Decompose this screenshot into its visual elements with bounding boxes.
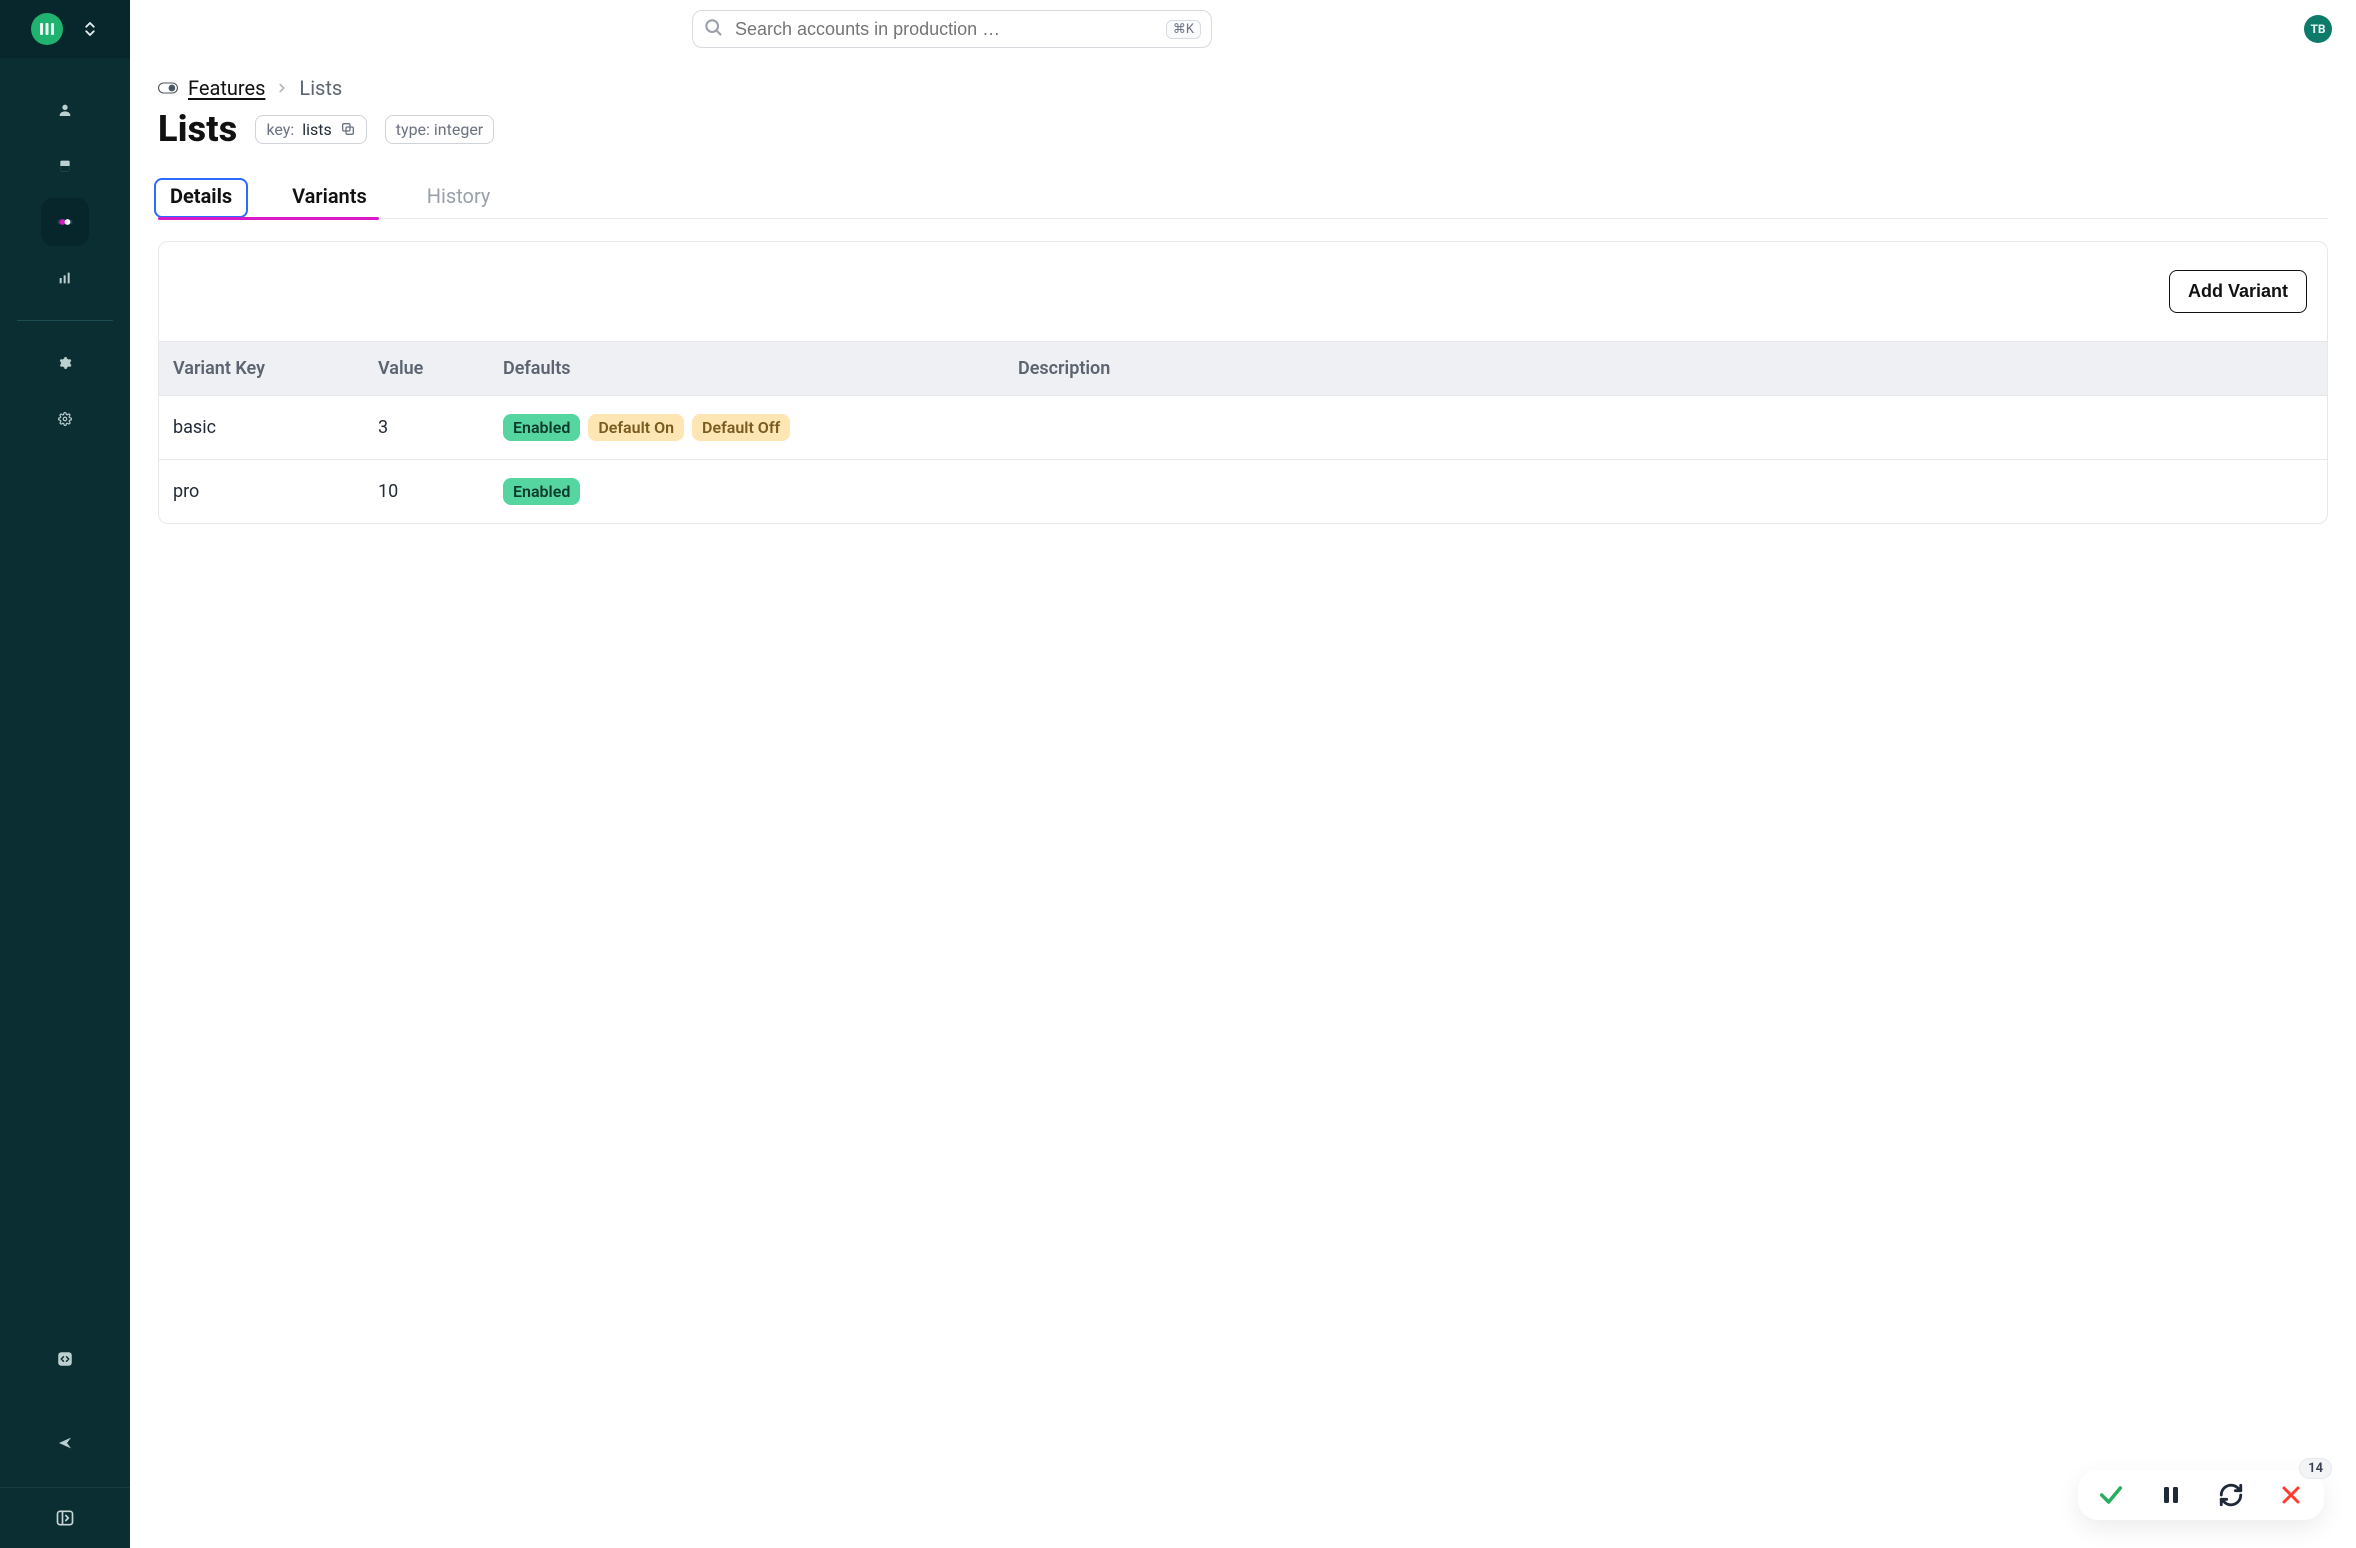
default-tag: Default Off (692, 414, 790, 441)
search-input[interactable] (733, 18, 1156, 41)
sidebar-collapse-button[interactable] (0, 1488, 130, 1548)
enabled-tag: Enabled (503, 478, 580, 505)
refresh-button[interactable] (2216, 1480, 2246, 1510)
table-head-row: Variant Key Value Defaults Description (159, 342, 2327, 396)
col-description: Description (1004, 342, 2327, 396)
breadcrumb-root-link[interactable]: Features (188, 76, 265, 100)
breadcrumb: Features Lists (158, 76, 2328, 100)
enabled-tag: Enabled (503, 414, 580, 441)
search-shortcut: ⌘K (1166, 20, 1201, 39)
title-row: Lists key: lists type: integer (158, 108, 2328, 150)
cell-description (1004, 396, 2327, 460)
breadcrumb-current: Lists (299, 76, 342, 100)
tab-history[interactable]: History (415, 174, 503, 218)
variants-table: Variant Key Value Defaults Description b… (159, 341, 2327, 523)
environment-switcher-icon[interactable] (81, 20, 99, 38)
cell-key: basic (159, 396, 364, 460)
content: Features Lists Lists key: lists type: in… (130, 58, 2356, 542)
cell-value: 10 (364, 460, 489, 524)
col-value: Value (364, 342, 489, 396)
col-defaults: Defaults (489, 342, 1004, 396)
sidebar (0, 0, 130, 1548)
default-tag: Default On (588, 414, 684, 441)
sidebar-item-send[interactable] (41, 1419, 89, 1467)
cell-description (1004, 460, 2327, 524)
topbar: ⌘K TB (130, 0, 2356, 58)
cell-defaults: Enabled Default On Default Off (489, 396, 1004, 460)
cell-defaults: Enabled (489, 460, 1004, 524)
type-chip-text: type: integer (396, 120, 483, 139)
search-icon (703, 17, 723, 42)
sidebar-separator (17, 320, 113, 321)
sidebar-bottom (0, 1335, 130, 1487)
type-chip: type: integer (385, 115, 494, 144)
brand-area (0, 0, 130, 58)
panel-header: Add Variant (159, 242, 2327, 341)
sidebar-item-features[interactable] (41, 198, 89, 246)
tab-variants[interactable]: Variants (280, 174, 379, 218)
tab-focus-ring (154, 178, 248, 218)
table-row[interactable]: basic3 Enabled Default On Default Off (159, 396, 2327, 460)
action-toolbar: 14 (2078, 1470, 2324, 1520)
chevron-right-icon (275, 76, 289, 100)
cancel-button[interactable] (2276, 1480, 2306, 1510)
main: ⌘K TB Features Lists Lists key: (130, 0, 2356, 1548)
sidebar-item-code[interactable] (41, 1335, 89, 1383)
sidebar-item-preferences[interactable] (41, 395, 89, 443)
action-count-badge: 14 (2299, 1458, 2332, 1479)
tab-underline (158, 217, 379, 220)
page-title: Lists (158, 108, 237, 150)
sidebar-nav (0, 58, 130, 459)
sidebar-item-settings[interactable] (41, 339, 89, 387)
sidebar-item-users[interactable] (41, 86, 89, 134)
copy-icon[interactable] (340, 121, 356, 137)
global-search[interactable]: ⌘K (692, 10, 1212, 48)
key-chip-label: key: (266, 120, 294, 139)
cell-key: pro (159, 460, 364, 524)
pause-button[interactable] (2156, 1480, 2186, 1510)
tabs: DetailsVariantsHistory (158, 174, 2328, 219)
sidebar-item-data[interactable] (41, 142, 89, 190)
avatar[interactable]: TB (2304, 15, 2332, 43)
brand-logo[interactable] (31, 13, 63, 45)
confirm-button[interactable] (2096, 1480, 2126, 1510)
feature-toggle-icon (158, 76, 178, 100)
table-row[interactable]: pro10 Enabled (159, 460, 2327, 524)
cell-value: 3 (364, 396, 489, 460)
variants-panel: Add Variant Variant Key Value Defaults D… (158, 241, 2328, 524)
col-key: Variant Key (159, 342, 364, 396)
add-variant-button[interactable]: Add Variant (2169, 270, 2307, 313)
key-chip: key: lists (255, 115, 366, 144)
key-chip-value: lists (302, 120, 332, 139)
sidebar-item-analytics[interactable] (41, 254, 89, 302)
